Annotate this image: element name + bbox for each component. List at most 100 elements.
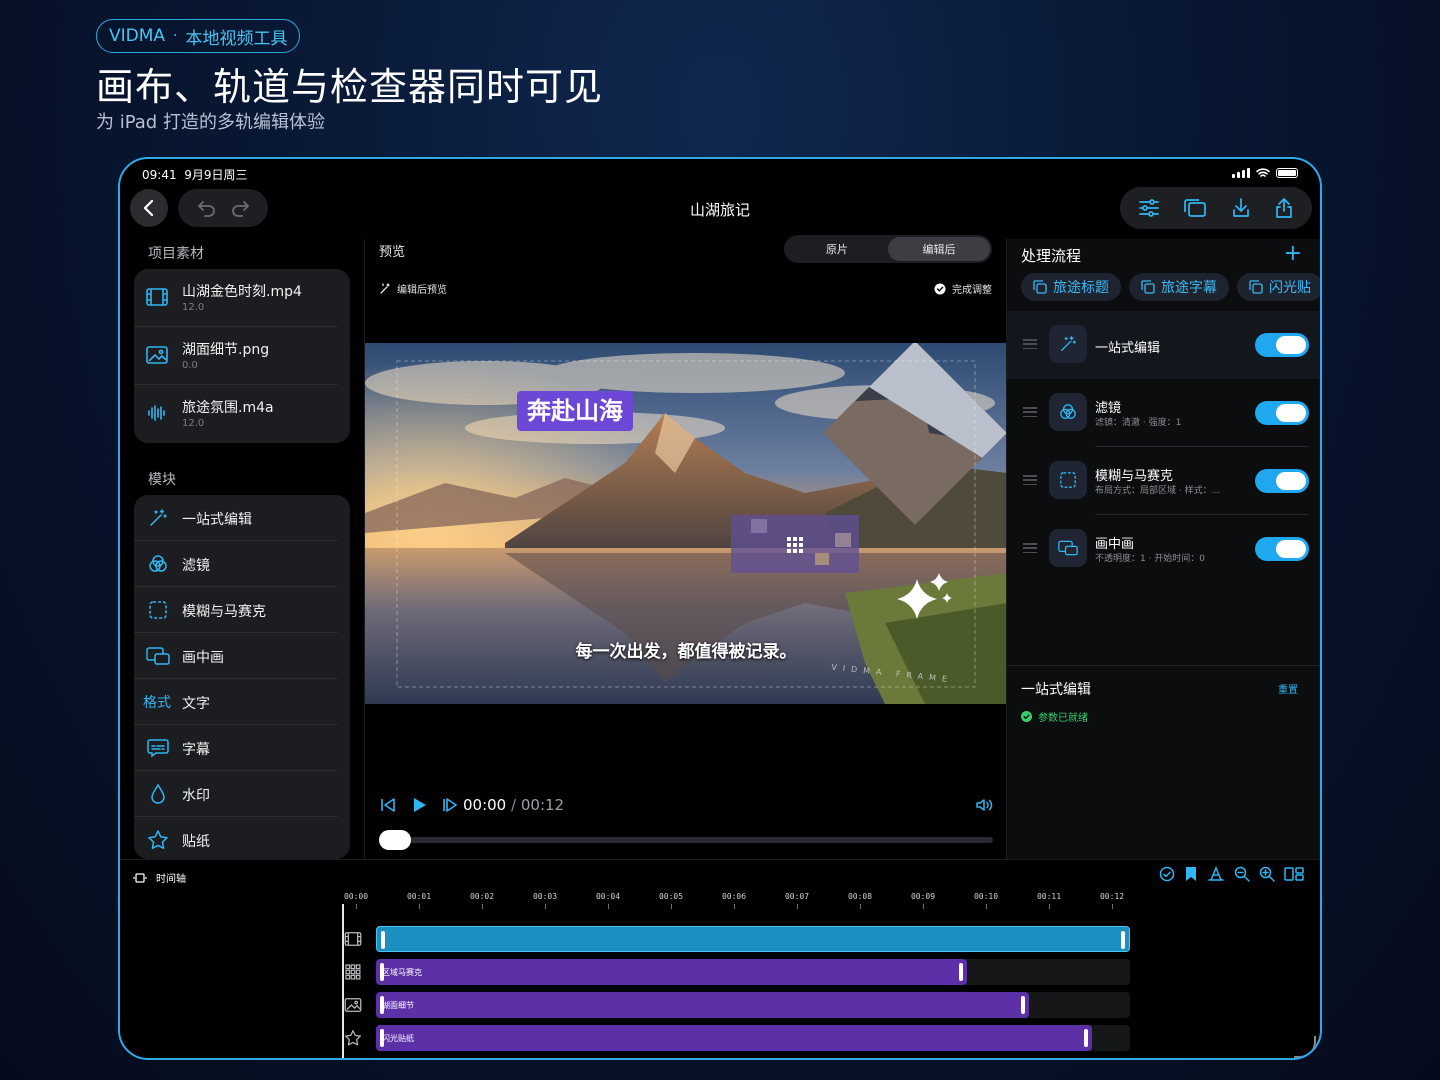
layout-toggle-icon[interactable] <box>1284 866 1304 882</box>
overlay-title[interactable]: 奔赴山海 <box>517 391 633 431</box>
bookmark-icon[interactable] <box>1184 866 1198 882</box>
clip-trim-end-handle[interactable] <box>1021 996 1026 1014</box>
step-toggle[interactable] <box>1255 333 1309 357</box>
clip-trim-end-handle[interactable] <box>1084 1029 1089 1047</box>
add-step-button[interactable]: + <box>1284 241 1302 266</box>
copy-icon <box>1249 280 1263 294</box>
done-adjust-button[interactable]: 完成调整 <box>934 281 992 296</box>
clip-trim-end-handle[interactable] <box>1121 931 1125 949</box>
sliders-icon[interactable] <box>1138 198 1160 218</box>
battery-icon <box>1276 168 1298 178</box>
ipad-screen: 09:41 9月9日周三 山湖旅记 项目素材 山湖金色时刻.mp4 12.0 湖… <box>118 157 1322 1060</box>
layers-icon[interactable] <box>1183 198 1207 218</box>
resize-handle[interactable] <box>1294 1036 1316 1058</box>
timeline-clip[interactable]: 湖面细节 <box>376 992 1030 1018</box>
module-item[interactable]: 画中画 <box>134 633 338 679</box>
share-icon[interactable] <box>1274 197 1294 219</box>
asset-item[interactable]: 旅途氛围.m4a 12.0 <box>134 385 338 443</box>
magic-wand-icon <box>1049 325 1087 363</box>
step-toggle[interactable] <box>1255 469 1309 493</box>
playback-controls: 00:00 / 00:12 <box>379 795 993 815</box>
mosaic-grid-icon <box>342 963 364 981</box>
pipeline-panel: 处理流程 + 旅途标题 旅途字幕 闪光贴 一站式编辑 滤镜 滤镜：清澈 · 强度… <box>1006 239 1320 859</box>
step-toggle[interactable] <box>1255 401 1309 425</box>
timeline-track[interactable] <box>344 926 1320 952</box>
step-forward-icon[interactable] <box>441 798 459 812</box>
module-item[interactable]: 水印 <box>134 771 338 817</box>
time-tick: 00:08 <box>848 892 872 909</box>
module-item[interactable]: 一站式编辑 <box>134 495 338 541</box>
mosaic-region[interactable] <box>731 515 859 573</box>
timeline-track[interactable] <box>344 1058 1322 1060</box>
drag-handle-icon[interactable] <box>1023 339 1037 349</box>
pipeline-step[interactable]: 模糊与马赛克 布局方式：局部区域 · 样式：... <box>1007 447 1320 515</box>
module-item[interactable]: 滤镜 <box>134 541 338 587</box>
time-tick: 00:05 <box>659 892 683 909</box>
timeline-clip[interactable] <box>376 1058 1130 1060</box>
pipeline-step[interactable]: 一站式编辑 <box>1007 311 1320 379</box>
volume-icon[interactable] <box>975 798 993 812</box>
drop-icon <box>146 783 170 805</box>
time-ruler[interactable]: 00:00 00:01 00:02 00:03 00:04 00:05 00:06 00:07… <box>344 892 1144 912</box>
timeline-track[interactable]: 闪光贴纸 <box>344 1025 1320 1051</box>
pipeline-step[interactable]: 画中画 不透明度：1 · 开始时间：0 <box>1007 515 1320 583</box>
playhead[interactable] <box>342 904 344 1058</box>
module-label: 文字 <box>182 696 210 712</box>
check-circle-icon[interactable] <box>1159 866 1175 882</box>
preset-chips: 旅途标题 旅途字幕 闪光贴 <box>1021 273 1320 301</box>
time-tick: 00:09 <box>911 892 935 909</box>
asset-name: 山湖金色时刻.mp4 <box>182 284 302 300</box>
asset-item[interactable]: 湖面细节.png 0.0 <box>134 327 338 385</box>
clip-trim-start-handle[interactable] <box>381 931 385 949</box>
step-back-icon[interactable] <box>379 798 397 812</box>
play-icon[interactable] <box>411 797 427 813</box>
drag-handle-icon[interactable] <box>1023 407 1037 417</box>
waveform-cut-icon[interactable] <box>1207 866 1225 882</box>
filter-icon <box>146 553 170 575</box>
image-icon <box>342 996 364 1014</box>
timeline-icon <box>133 872 147 883</box>
timeline-track[interactable]: 区域马赛克 <box>342 959 1320 985</box>
segment-original[interactable]: 原片 <box>786 237 888 261</box>
overlay-subtitle[interactable]: 每一次出发，都值得被记录。 <box>365 637 1007 662</box>
preset-chip[interactable]: 旅途字幕 <box>1129 273 1229 301</box>
drag-handle-icon[interactable] <box>1023 475 1037 485</box>
step-desc: 布局方式：局部区域 · 样式：... <box>1095 486 1221 496</box>
preset-chip[interactable]: 旅途标题 <box>1021 273 1121 301</box>
timeline-tools <box>1159 866 1304 882</box>
timeline-clip[interactable]: 闪光贴纸 <box>376 1025 1093 1051</box>
asset-item[interactable]: 山湖金色时刻.mp4 12.0 <box>134 269 338 327</box>
pipeline-step[interactable]: 滤镜 滤镜：清澈 · 强度：1 <box>1007 379 1320 447</box>
timeline-clip[interactable]: 区域马赛克 <box>376 959 967 985</box>
drag-handle-icon[interactable] <box>1023 543 1037 553</box>
video-canvas[interactable]: 奔赴山海 每一次出发，都值得被记录。 VIDMA FRAME <box>365 343 1007 704</box>
toolbar-actions <box>1120 187 1312 229</box>
timeline-clip[interactable] <box>376 926 1130 952</box>
copy-icon <box>1141 280 1155 294</box>
module-item[interactable]: 模糊与马赛克 <box>134 587 338 633</box>
module-item[interactable]: 字幕 <box>134 725 338 771</box>
asset-size: 12.0 <box>182 418 205 429</box>
scrubber-knob[interactable] <box>379 830 411 850</box>
status-date: 9月9日周三 <box>184 168 248 182</box>
segment-edited[interactable]: 编辑后 <box>888 237 990 261</box>
module-item[interactable]: 格式 文字 <box>134 679 338 725</box>
zoom-out-icon[interactable] <box>1234 866 1250 882</box>
star-icon <box>146 829 170 851</box>
asset-size: 12.0 <box>182 302 205 313</box>
module-item[interactable]: 贴纸 <box>134 817 338 859</box>
zoom-in-icon[interactable] <box>1259 866 1275 882</box>
subtitle-icon <box>146 737 170 759</box>
timeline-track[interactable]: 湖面细节 <box>342 992 1320 1018</box>
scrubber-track[interactable] <box>379 830 993 850</box>
asset-size: 0.0 <box>182 360 198 371</box>
module-label: 水印 <box>182 788 210 804</box>
preset-chip[interactable]: 闪光贴 <box>1237 273 1320 301</box>
magic-wand-icon <box>146 507 170 529</box>
step-toggle[interactable] <box>1255 537 1309 561</box>
time-tick: 00:00 <box>344 892 368 909</box>
download-icon[interactable] <box>1231 197 1251 219</box>
clip-trim-end-handle[interactable] <box>958 963 963 981</box>
reset-button[interactable]: 重置 <box>1278 681 1298 696</box>
module-label: 模糊与马赛克 <box>182 604 266 620</box>
